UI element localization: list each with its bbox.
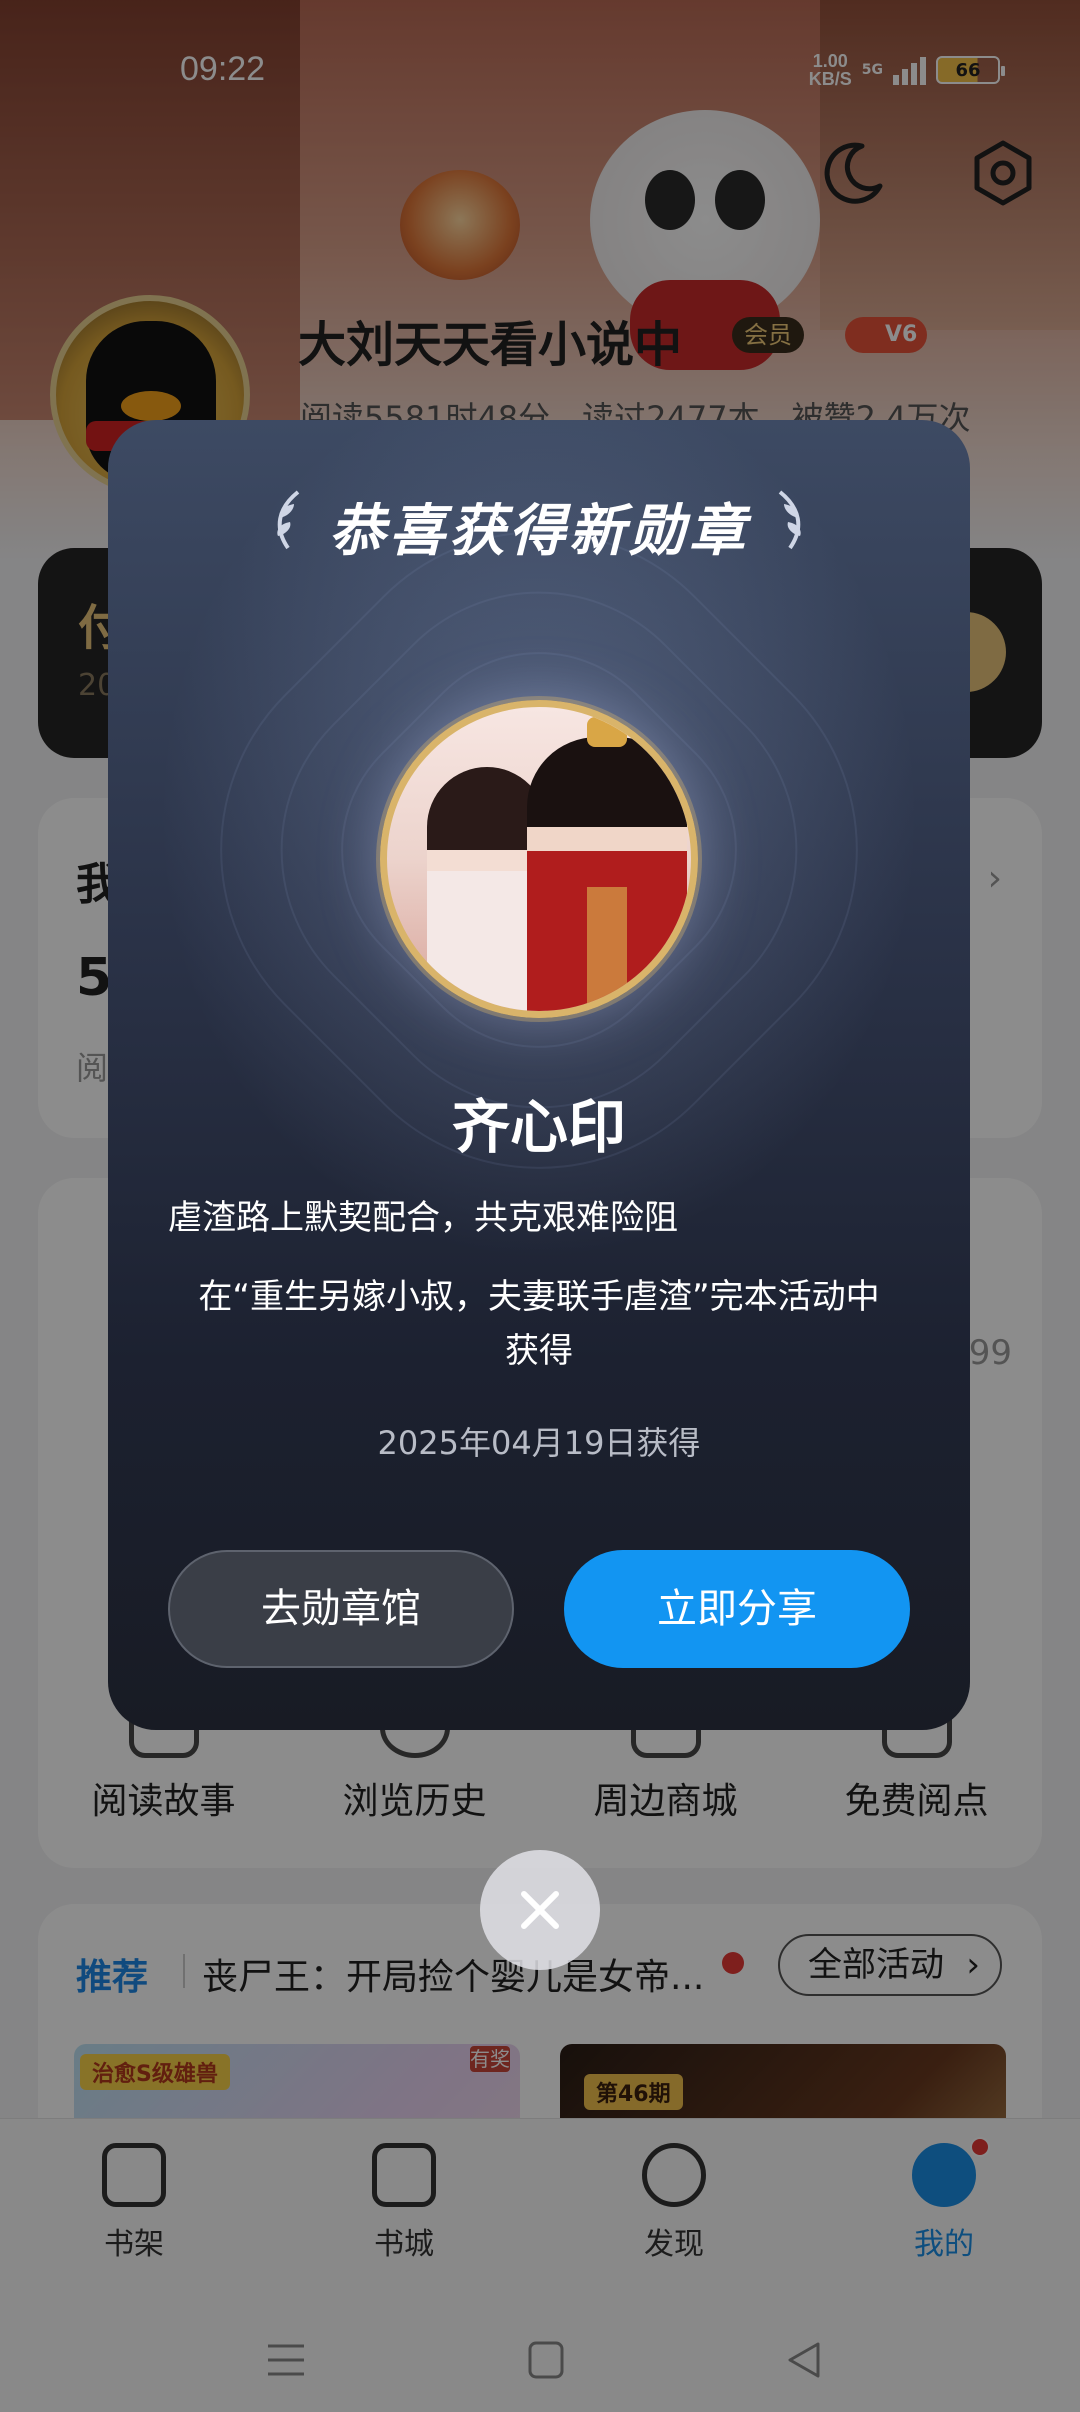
laurel-right-icon: [778, 490, 801, 550]
obtained-date: 2025年04月19日获得: [377, 1424, 701, 1462]
medal-figure-man: [527, 737, 687, 1011]
close-dialog-button[interactable]: [480, 1850, 600, 1970]
medal-hairpin: [587, 717, 627, 747]
go-to-medal-hall-button[interactable]: 去勋章馆: [168, 1550, 514, 1668]
medal-name: 齐心印: [451, 1093, 626, 1161]
share-now-button[interactable]: 立即分享: [564, 1550, 910, 1668]
medal-description: 虐渣路上默契配合，共克艰难险阻: [168, 1198, 678, 1238]
close-icon: [521, 1891, 559, 1929]
medal-image: [380, 700, 698, 1018]
medal-source-line: 获得: [505, 1331, 573, 1371]
medal-source-line: 在“重生另嫁小叔，夫妻联手虐渣”完本活动中: [198, 1277, 880, 1317]
medal-figure-embroidery: [587, 887, 627, 1007]
medal-source: 在“重生另嫁小叔，夫妻联手虐渣”完本活动中 获得: [168, 1270, 910, 1378]
dialog-title: 恭喜获得新勋章: [329, 499, 749, 564]
new-medal-dialog: 恭喜获得新勋章 齐心印 虐渣路上默契配合，共克艰难险阻 在“重生另嫁小叔，夫妻联…: [108, 420, 970, 1730]
